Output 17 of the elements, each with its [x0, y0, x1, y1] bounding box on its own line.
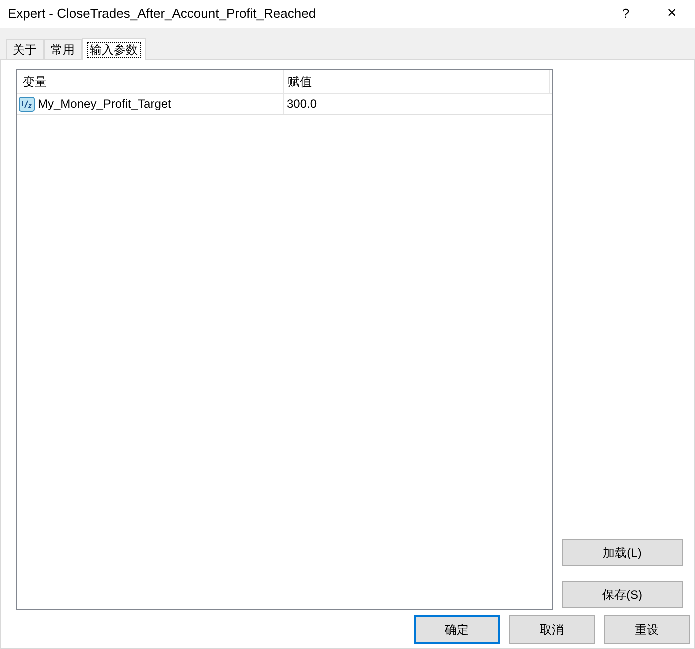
- table-cell-text: My_Money_Profit_Target: [38, 96, 172, 113]
- help-button[interactable]: ?: [603, 0, 649, 28]
- tab[interactable]: 关于: [6, 39, 44, 59]
- column-header[interactable]: 赋值: [284, 70, 550, 93]
- dialog-button[interactable]: 取消: [509, 615, 595, 644]
- table-cell-text: 300.0: [287, 96, 318, 113]
- table-row[interactable]: My_Money_Profit_Target 300.0: [17, 94, 552, 115]
- tab[interactable]: 常用: [44, 39, 82, 59]
- dialog-button[interactable]: 重设: [604, 615, 690, 644]
- number-icon: [19, 96, 35, 112]
- side-button[interactable]: 加载(L): [562, 539, 683, 566]
- close-button[interactable]: ×: [649, 0, 695, 28]
- window-title: Expert - CloseTrades_After_Account_Profit_Reached: [8, 5, 318, 24]
- tab[interactable]: 输入参数: [82, 38, 146, 60]
- side-button[interactable]: 保存(S): [562, 581, 683, 608]
- dialog-button[interactable]: 确定: [414, 615, 500, 644]
- column-header[interactable]: 变量: [17, 70, 284, 93]
